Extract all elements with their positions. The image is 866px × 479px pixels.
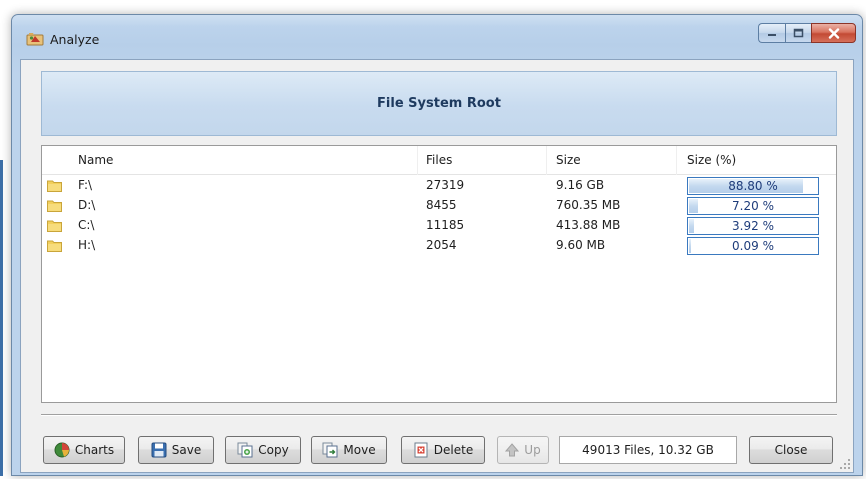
move-button[interactable]: Move (311, 436, 387, 464)
drive-name: C:\ (78, 218, 95, 232)
folder-icon (47, 200, 62, 212)
up-button[interactable]: Up (497, 436, 549, 464)
close-icon (828, 27, 839, 39)
size-percent-bar: 3.92 % (687, 217, 819, 235)
footer-divider (41, 414, 837, 416)
drive-size: 760.35 MB (556, 198, 621, 212)
delete-label: Delete (433, 443, 474, 457)
up-arrow-icon (505, 443, 520, 457)
title-bar[interactable]: Analyze (12, 15, 862, 60)
size-percent-label: 88.80 % (728, 179, 778, 193)
size-percent-label: 3.92 % (732, 219, 774, 233)
delete-icon (414, 442, 428, 458)
table-row[interactable]: H:\ 2054 9.60 MB 0.09 % (42, 236, 836, 256)
resize-grip-icon[interactable] (839, 458, 851, 470)
drive-list[interactable]: Name Files Size Size (%) F:\ 27319 9.16 … (41, 145, 837, 403)
window-title: Analyze (50, 32, 100, 47)
close-window-button[interactable] (811, 23, 856, 43)
drive-size: 413.88 MB (556, 218, 621, 232)
file-count: 27319 (426, 178, 465, 192)
folder-icon (47, 180, 62, 192)
minimize-icon (768, 34, 776, 36)
drive-name: D:\ (78, 198, 96, 212)
pie-chart-icon (54, 442, 70, 458)
header-title: File System Root (377, 96, 501, 111)
move-label: Move (343, 443, 376, 457)
drive-name: H:\ (78, 238, 96, 252)
column-header-size-percent[interactable]: Size (%) (687, 153, 736, 167)
column-header-files[interactable]: Files (426, 153, 452, 167)
size-percent-label: 7.20 % (732, 199, 774, 213)
header-banner: File System Root (41, 71, 837, 136)
delete-button[interactable]: Delete (401, 436, 485, 464)
size-percent-bar: 7.20 % (687, 197, 819, 215)
analyze-app-icon (26, 33, 44, 46)
save-label: Save (171, 443, 202, 457)
move-icon (322, 442, 338, 458)
status-summary: 49013 Files, 10.32 GB (559, 436, 737, 464)
column-divider (676, 146, 677, 175)
drive-size: 9.60 MB (556, 238, 606, 252)
floppy-disk-icon (151, 442, 167, 458)
maximize-icon (793, 28, 804, 38)
column-header-size[interactable]: Size (556, 153, 581, 167)
file-count: 8455 (426, 198, 457, 212)
copy-label: Copy (258, 443, 289, 457)
table-row[interactable]: F:\ 27319 9.16 GB 88.80 % (42, 176, 836, 196)
status-summary-text: 49013 Files, 10.32 GB (582, 443, 714, 457)
client-area: File System Root Name Files Size Size (%… (20, 59, 854, 473)
size-percent-bar: 0.09 % (687, 237, 819, 255)
save-button[interactable]: Save (138, 436, 214, 464)
table-row[interactable]: C:\ 11185 413.88 MB 3.92 % (42, 216, 836, 236)
column-header-name[interactable]: Name (78, 153, 113, 167)
size-percent-label: 0.09 % (732, 239, 774, 253)
charts-label: Charts (74, 443, 115, 457)
analyze-window: Analyze File System Root Name Files Size (11, 14, 863, 476)
up-label: Up (524, 443, 541, 457)
size-percent-bar: 88.80 % (687, 177, 819, 195)
close-label: Close (774, 443, 808, 457)
close-button[interactable]: Close (749, 436, 833, 464)
table-row[interactable]: D:\ 8455 760.35 MB 7.20 % (42, 196, 836, 216)
column-divider (417, 146, 418, 175)
desktop-edge (0, 160, 3, 476)
file-count: 11185 (426, 218, 465, 232)
caption-buttons (758, 23, 856, 44)
drive-size: 9.16 GB (556, 178, 605, 192)
list-header: Name Files Size Size (%) (42, 146, 836, 175)
column-divider (546, 146, 547, 175)
copy-icon (237, 442, 253, 458)
drive-name: F:\ (78, 178, 93, 192)
charts-button[interactable]: Charts (43, 436, 125, 464)
file-count: 2054 (426, 238, 457, 252)
copy-button[interactable]: Copy (225, 436, 301, 464)
minimize-button[interactable] (758, 23, 785, 43)
maximize-button[interactable] (785, 23, 811, 43)
folder-icon (47, 240, 62, 252)
folder-icon (47, 220, 62, 232)
